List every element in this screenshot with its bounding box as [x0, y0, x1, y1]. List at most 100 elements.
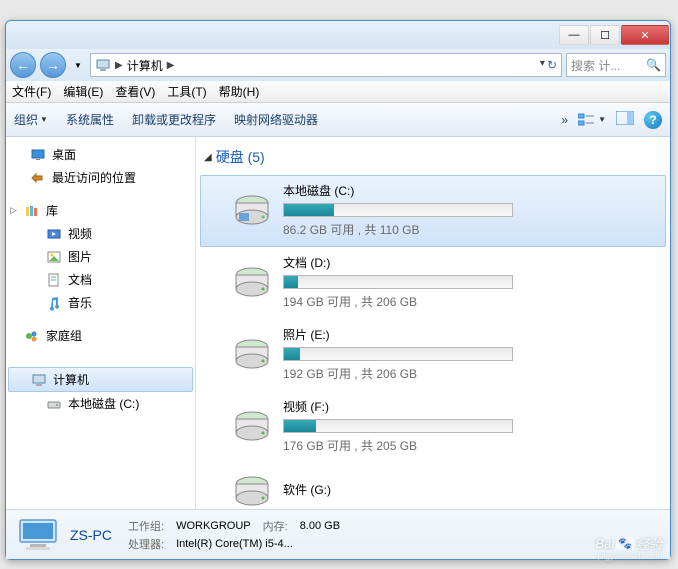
nav-label: 视频 [68, 225, 92, 242]
drive-name: 软件 (G:) [283, 481, 655, 502]
pictures-icon [46, 249, 62, 265]
address-dropdown-icon[interactable]: ▾ [540, 58, 545, 72]
workgroup-value: WORKGROUP [176, 520, 251, 532]
hdd-icon [231, 189, 273, 231]
hdd-icon [231, 405, 273, 447]
sidebar-item-computer[interactable]: 计算机 [8, 367, 193, 392]
menu-tools[interactable]: 工具(T) [167, 83, 206, 100]
drive-icon [46, 396, 62, 412]
toolbar-overflow-icon[interactable]: » [561, 113, 568, 127]
refresh-icon[interactable]: ↻ [547, 58, 557, 72]
menu-help[interactable]: 帮助(H) [219, 83, 260, 100]
drive-item[interactable]: 软件 (G:) [200, 463, 666, 509]
videos-icon [46, 226, 62, 242]
watermark: Bai🐾经验 jingyan.baidu.com [595, 534, 662, 553]
nav-label: 桌面 [52, 146, 76, 163]
drive-stat: 176 GB 可用 , 共 205 GB [283, 433, 655, 454]
computer-large-icon [16, 516, 60, 554]
sidebar-item-music[interactable]: 音乐 [6, 291, 195, 314]
sidebar-item-videos[interactable]: 视频 [6, 222, 195, 245]
drive-name: 文档 (D:) [283, 254, 655, 275]
explorer-window: — ☐ ✕ ← → ▼ ▶ 计算机 ▶ ▾ ↻ 搜索 计... 🔍 文件(F) … [5, 20, 671, 560]
address-bar[interactable]: ▶ 计算机 ▶ ▾ ↻ [90, 53, 562, 77]
capacity-bar [283, 275, 513, 289]
nav-label: 计算机 [53, 371, 89, 388]
minimize-button[interactable]: — [559, 25, 589, 45]
desktop-icon [30, 147, 46, 163]
system-properties-button[interactable]: 系统属性 [66, 111, 114, 128]
drive-item[interactable]: 视频 (F:) 176 GB 可用 , 共 205 GB [200, 391, 666, 463]
body: 桌面 最近访问的位置 ▷库 视频 图片 文档 音乐 家庭组 计算机 本地磁盘 (… [6, 137, 670, 509]
computer-icon [31, 372, 47, 388]
maximize-button[interactable]: ☐ [590, 25, 620, 45]
pc-name: ZS-PC [70, 527, 116, 543]
preview-pane-icon[interactable] [616, 111, 634, 128]
breadcrumb-arrow-icon[interactable]: ▶ [115, 60, 123, 71]
memory-label: 内存: [263, 518, 288, 534]
nav-label: 最近访问的位置 [52, 169, 136, 186]
sidebar-item-homegroup[interactable]: 家庭组 [6, 324, 195, 347]
sidebar-item-documents[interactable]: 文档 [6, 268, 195, 291]
nav-label: 库 [46, 202, 58, 219]
sidebar-item-pictures[interactable]: 图片 [6, 245, 195, 268]
capacity-bar [283, 347, 513, 361]
help-icon[interactable]: ? [644, 111, 662, 129]
menu-bar: 文件(F) 编辑(E) 查看(V) 工具(T) 帮助(H) [6, 81, 670, 103]
collapse-icon[interactable]: ◢ [204, 152, 212, 163]
back-button[interactable]: ← [10, 52, 36, 78]
nav-label: 音乐 [68, 294, 92, 311]
search-input[interactable]: 搜索 计... 🔍 [566, 53, 666, 77]
drive-item[interactable]: 本地磁盘 (C:) 86.2 GB 可用 , 共 110 GB [200, 175, 666, 247]
sidebar-item-libraries[interactable]: ▷库 [6, 199, 195, 222]
memory-value: 8.00 GB [300, 520, 340, 532]
nav-label: 本地磁盘 (C:) [68, 395, 139, 412]
hdd-icon [231, 470, 273, 509]
close-button[interactable]: ✕ [621, 25, 669, 45]
libraries-icon [24, 203, 40, 219]
drive-stat: 192 GB 可用 , 共 206 GB [283, 361, 655, 382]
drive-item[interactable]: 照片 (E:) 192 GB 可用 , 共 206 GB [200, 319, 666, 391]
drive-stat: 194 GB 可用 , 共 206 GB [283, 289, 655, 310]
breadcrumb-text[interactable]: 计算机 [127, 57, 163, 74]
uninstall-button[interactable]: 卸载或更改程序 [132, 111, 216, 128]
forward-button[interactable]: → [40, 52, 66, 78]
homegroup-icon [24, 328, 40, 344]
view-mode-button[interactable]: ▼ [578, 113, 606, 127]
sidebar-item-recent[interactable]: 最近访问的位置 [6, 166, 195, 189]
history-dropdown[interactable]: ▼ [70, 55, 86, 75]
music-icon [46, 295, 62, 311]
paw-icon: 🐾 [616, 537, 634, 550]
drive-stat: 86.2 GB 可用 , 共 110 GB [283, 217, 655, 238]
menu-file[interactable]: 文件(F) [12, 83, 51, 100]
titlebar[interactable]: — ☐ ✕ [6, 21, 670, 49]
sidebar-item-cdrive[interactable]: 本地磁盘 (C:) [6, 392, 195, 415]
drive-name: 本地磁盘 (C:) [283, 182, 655, 203]
group-label: 硬盘 (5) [216, 147, 265, 167]
search-icon[interactable]: 🔍 [646, 58, 661, 72]
sidebar-item-desktop[interactable]: 桌面 [6, 143, 195, 166]
breadcrumb-arrow-icon[interactable]: ▶ [167, 60, 175, 71]
map-network-drive-button[interactable]: 映射网络驱动器 [234, 111, 318, 128]
drive-item[interactable]: 文档 (D:) 194 GB 可用 , 共 206 GB [200, 247, 666, 319]
hdd-icon [231, 333, 273, 375]
toolbar: 组织 ▼ 系统属性 卸载或更改程序 映射网络驱动器 » ▼ ? [6, 103, 670, 137]
capacity-bar [283, 203, 513, 217]
menu-edit[interactable]: 编辑(E) [63, 83, 103, 100]
content-pane[interactable]: ◢ 硬盘 (5) 本地磁盘 (C:) 86.2 GB 可用 , 共 110 GB 文… [196, 137, 670, 509]
status-details: ZS-PC 工作组: WORKGROUP 内存: 8.00 GB 处理器: In… [70, 518, 340, 552]
expand-icon[interactable]: ▷ [10, 205, 20, 216]
search-placeholder: 搜索 计... [571, 57, 620, 74]
cpu-value: Intel(R) Core(TM) i5-4... [176, 538, 340, 550]
drive-name: 照片 (E:) [283, 326, 655, 347]
documents-icon [46, 272, 62, 288]
organize-button[interactable]: 组织 ▼ [14, 111, 48, 128]
hdd-icon [231, 261, 273, 303]
computer-icon [95, 57, 111, 73]
nav-label: 文档 [68, 271, 92, 288]
drive-name: 视频 (F:) [283, 398, 655, 419]
details-pane: ZS-PC 工作组: WORKGROUP 内存: 8.00 GB 处理器: In… [6, 509, 670, 559]
group-header[interactable]: ◢ 硬盘 (5) [200, 145, 666, 175]
menu-view[interactable]: 查看(V) [115, 83, 155, 100]
nav-label: 图片 [68, 248, 92, 265]
nav-pane[interactable]: 桌面 最近访问的位置 ▷库 视频 图片 文档 音乐 家庭组 计算机 本地磁盘 (… [6, 137, 196, 509]
